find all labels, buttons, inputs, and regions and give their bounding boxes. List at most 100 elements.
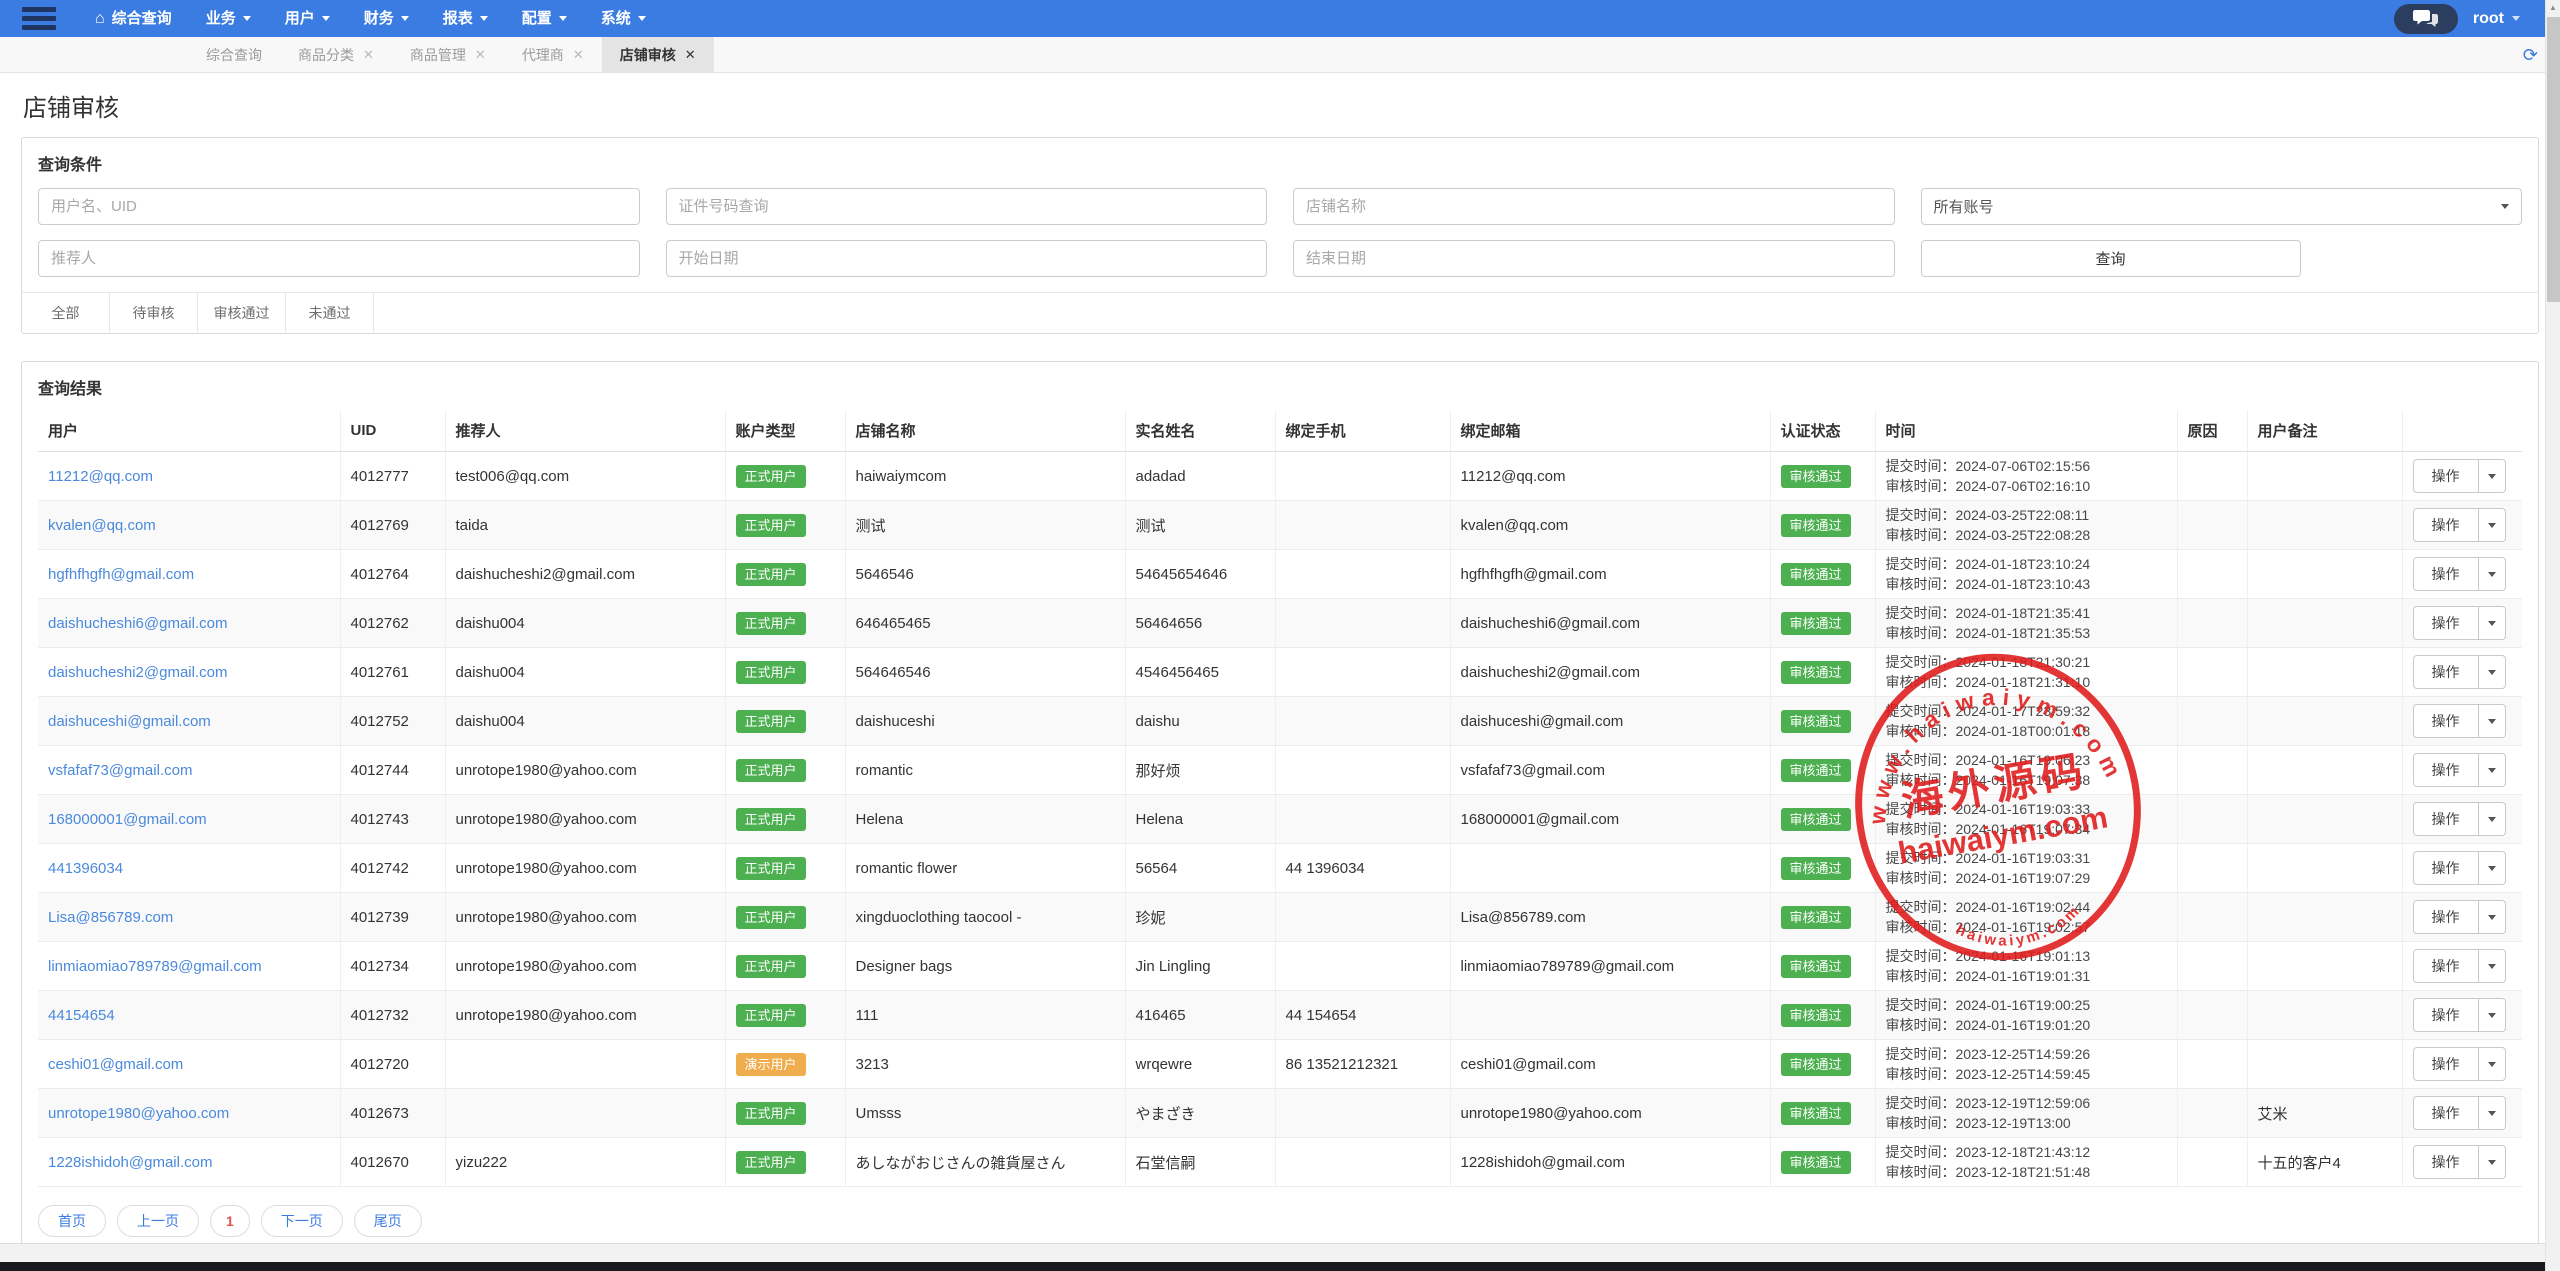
tab-query[interactable]: 综合查询 [188,37,280,72]
action-dropdown-button[interactable] [2479,949,2506,983]
action-dropdown-button[interactable] [2479,1145,2506,1179]
action-dropdown-button[interactable] [2479,508,2506,542]
action-button[interactable]: 操作 [2413,606,2479,640]
scrollbar-thumb[interactable] [2547,17,2560,302]
nav-item-config[interactable]: 配置 [505,0,584,37]
action-button[interactable]: 操作 [2413,802,2479,836]
action-button[interactable]: 操作 [2413,753,2479,787]
remark-cell: 艾米 [2247,1089,2402,1138]
tab-agent[interactable]: 代理商✕ [504,37,602,72]
action-button[interactable]: 操作 [2413,1145,2479,1179]
action-dropdown-button[interactable] [2479,459,2506,493]
action-button[interactable]: 操作 [2413,1047,2479,1081]
start-date-input[interactable] [666,240,1268,277]
real-name-cell: 56464656 [1125,599,1275,648]
hamburger-menu-button[interactable] [0,0,78,37]
user-link[interactable]: daishucheshi6@gmail.com [48,615,227,632]
real-name-cell: Jin Lingling [1125,942,1275,991]
action-button[interactable]: 操作 [2413,508,2479,542]
user-link[interactable]: 441396034 [48,860,123,877]
action-button[interactable]: 操作 [2413,704,2479,738]
reason-cell [2177,1040,2247,1089]
action-dropdown-button[interactable] [2479,655,2506,689]
page-button-last[interactable]: 尾页 [354,1205,422,1237]
user-link[interactable]: 11212@qq.com [48,468,153,485]
tab-shop-review[interactable]: 店铺审核✕ [602,37,714,72]
tab-close-icon[interactable]: ✕ [475,48,486,61]
user-cell: vsfafaf73@gmail.com [38,746,340,795]
tab-close-icon[interactable]: ✕ [573,48,584,61]
end-date-input[interactable] [1293,240,1895,277]
action-button[interactable]: 操作 [2413,1096,2479,1130]
user-menu[interactable]: root [2473,10,2520,28]
nav-item-business[interactable]: 业务 [189,0,268,37]
page-button-next[interactable]: 下一页 [261,1205,343,1237]
search-button[interactable]: 查询 [1921,240,2301,277]
tab-close-icon[interactable]: ✕ [363,48,374,61]
referrer-cell: unrotope1980@yahoo.com [445,991,725,1040]
action-dropdown-button[interactable] [2479,1096,2506,1130]
user-link[interactable]: hgfhfhgfh@gmail.com [48,566,194,583]
status-tab-pending[interactable]: 待审核 [110,293,198,333]
nav-item-system[interactable]: 系统 [584,0,663,37]
scrollbar-up-arrow[interactable]: ▲ [2546,0,2560,16]
user-link[interactable]: vsfafaf73@gmail.com [48,762,192,779]
page-button-first[interactable]: 首页 [38,1205,106,1237]
action-button[interactable]: 操作 [2413,998,2479,1032]
nav-item-user[interactable]: 用户 [268,0,347,37]
tab-goods-category[interactable]: 商品分类✕ [280,37,392,72]
status-tab-all[interactable]: 全部 [22,293,110,333]
user-cell: kvalen@qq.com [38,501,340,550]
action-dropdown-button[interactable] [2479,900,2506,934]
results-panel-title: 查询结果 [22,362,2538,410]
user-link[interactable]: linmiaomiao789789@gmail.com [48,958,262,975]
tab-goods-manage[interactable]: 商品管理✕ [392,37,504,72]
nav-item-report[interactable]: 报表 [426,0,505,37]
email-cell: hgfhfhgfh@gmail.com [1450,550,1770,599]
shop-name-cell: 测试 [845,501,1125,550]
referrer-input[interactable] [38,240,640,277]
action-dropdown-button[interactable] [2479,1047,2506,1081]
status-badge: 审核通过 [1781,465,1851,488]
nav-item-finance[interactable]: 财务 [347,0,426,37]
account-type-badge: 正式用户 [736,955,806,978]
action-dropdown-button[interactable] [2479,557,2506,591]
action-cell: 操作 [2402,648,2522,697]
nav-item-query[interactable]: ⌂综合查询 [78,0,189,37]
action-dropdown-button[interactable] [2479,704,2506,738]
user-link[interactable]: ceshi01@gmail.com [48,1056,183,1073]
user-link[interactable]: 168000001@gmail.com [48,811,207,828]
refresh-icon[interactable]: ⟳ [2523,37,2538,72]
tab-close-icon[interactable]: ✕ [685,48,696,61]
action-button[interactable]: 操作 [2413,459,2479,493]
action-button[interactable]: 操作 [2413,655,2479,689]
column-header: 实名姓名 [1125,410,1275,452]
user-link[interactable]: unrotope1980@yahoo.com [48,1105,229,1122]
username-uid-input[interactable] [38,188,640,225]
page-button-prev[interactable]: 上一页 [117,1205,199,1237]
scrollbar[interactable]: ▲ [2545,0,2560,1271]
action-button[interactable]: 操作 [2413,900,2479,934]
action-button[interactable]: 操作 [2413,851,2479,885]
action-button[interactable]: 操作 [2413,557,2479,591]
user-link[interactable]: kvalen@qq.com [48,517,156,534]
status-tab-approved[interactable]: 审核通过 [198,293,286,333]
user-link[interactable]: daishuceshi@gmail.com [48,713,211,730]
status-tab-rejected[interactable]: 未通过 [286,293,374,333]
cert-number-input[interactable] [666,188,1268,225]
action-dropdown-button[interactable] [2479,851,2506,885]
user-link[interactable]: 44154654 [48,1007,115,1024]
user-link[interactable]: daishucheshi2@gmail.com [48,664,227,681]
user-link[interactable]: Lisa@856789.com [48,909,173,926]
action-dropdown-button[interactable] [2479,753,2506,787]
action-dropdown-button[interactable] [2479,998,2506,1032]
user-link[interactable]: 1228ishidoh@gmail.com [48,1154,212,1171]
action-button[interactable]: 操作 [2413,949,2479,983]
chat-button[interactable] [2394,4,2458,34]
action-dropdown-button[interactable] [2479,606,2506,640]
shop-name-input[interactable] [1293,188,1895,225]
page-button-page-1[interactable]: 1 [210,1205,250,1237]
account-type-select[interactable]: 所有账号 [1921,188,2523,225]
action-dropdown-button[interactable] [2479,802,2506,836]
account-type-badge: 正式用户 [736,808,806,831]
